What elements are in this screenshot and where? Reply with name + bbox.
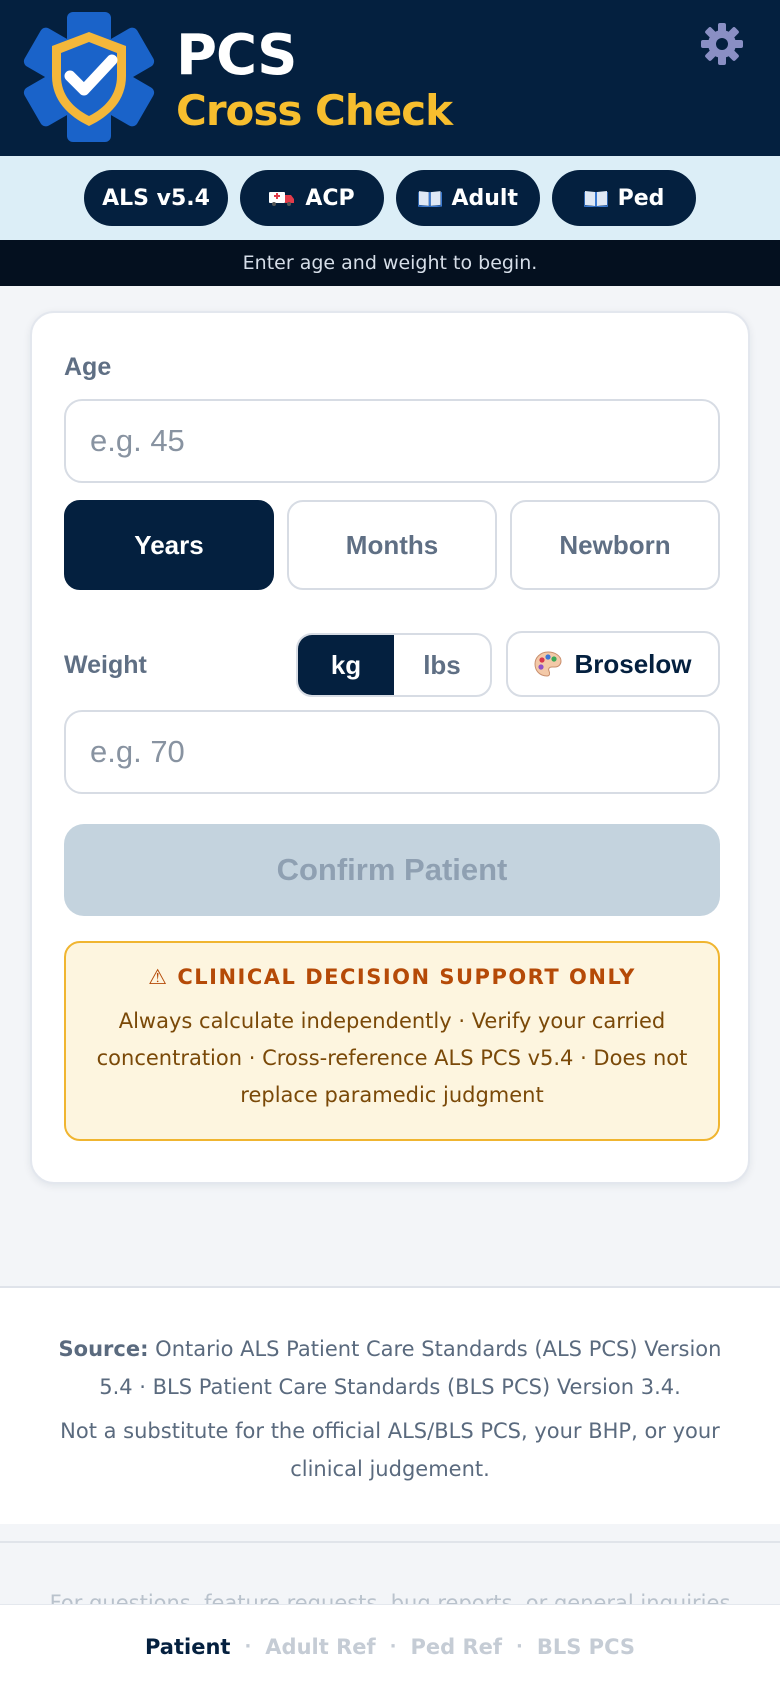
source-label: Source: — [58, 1337, 149, 1361]
source-footer: Source: Ontario ALS Patient Care Standar… — [0, 1286, 780, 1524]
weight-label: Weight — [64, 651, 147, 679]
broselow-label: Broselow — [574, 648, 692, 679]
disclaimer-text: Not a substitute for the official ALS/BL… — [60, 1419, 720, 1481]
age-unit-newborn-button[interactable]: Newborn — [510, 500, 720, 590]
weight-unit-toggle: kg lbs — [296, 633, 492, 697]
nav-separator: · — [389, 1636, 397, 1657]
nav-patient[interactable]: Patient — [145, 1635, 230, 1659]
chip-acp[interactable]: ACP — [240, 170, 384, 226]
nav-bls-pcs[interactable]: BLS PCS — [537, 1635, 635, 1659]
weight-unit-kg-button[interactable]: kg — [298, 635, 394, 695]
chip-adult-label: Adult — [451, 185, 519, 211]
age-unit-years-button[interactable]: Years — [64, 500, 274, 590]
section-divider — [0, 1541, 780, 1543]
app-subtitle: Cross Check — [176, 86, 453, 135]
faded-contact-text: For questions, feature requests, bug rep… — [49, 1591, 731, 1604]
chip-als-version[interactable]: ALS v5.4 — [84, 170, 228, 226]
status-bar: Enter age and weight to begin. — [0, 240, 780, 286]
gear-icon[interactable] — [700, 22, 744, 66]
nav-separator: · — [244, 1636, 252, 1657]
age-input[interactable] — [64, 399, 720, 483]
source-text: Ontario ALS Patient Care Standards (ALS … — [99, 1337, 722, 1399]
shield-check-star-of-life-icon — [23, 12, 155, 142]
chip-als-label: ALS v5.4 — [102, 185, 210, 211]
age-label: Age — [64, 353, 112, 381]
nav-ped-ref[interactable]: Ped Ref — [410, 1635, 502, 1659]
status-text: Enter age and weight to begin. — [242, 252, 538, 274]
clinical-warning-box: ⚠ CLINICAL DECISION SUPPORT ONLY Always … — [64, 941, 720, 1141]
palette-icon — [534, 651, 562, 677]
app-header: PCS Cross Check — [0, 0, 780, 156]
book-icon — [418, 191, 442, 207]
source-line: Source: Ontario ALS Patient Care Standar… — [40, 1330, 740, 1406]
ambulance-icon — [269, 192, 295, 206]
chip-adult[interactable]: Adult — [396, 170, 540, 226]
chip-ped[interactable]: Ped — [552, 170, 696, 226]
chip-ped-label: Ped — [617, 185, 665, 211]
nav-separator: · — [516, 1636, 523, 1657]
weight-input[interactable] — [64, 710, 720, 794]
confirm-patient-button[interactable]: Confirm Patient — [64, 824, 720, 916]
protocol-chip-bar: ALS v5.4 ACP Adult Ped — [0, 156, 780, 240]
bottom-nav: Patient · Adult Ref · Ped Ref · BLS PCS — [0, 1604, 780, 1688]
chip-acp-label: ACP — [305, 185, 355, 211]
weight-unit-lbs-button[interactable]: lbs — [394, 635, 490, 695]
broselow-button[interactable]: Broselow — [506, 631, 720, 697]
age-unit-months-button[interactable]: Months — [287, 500, 497, 590]
app-title: PCS — [176, 23, 298, 88]
book-icon — [583, 191, 608, 207]
warning-title: ⚠ CLINICAL DECISION SUPPORT ONLY — [148, 965, 636, 989]
warning-body: Always calculate independently · Verify … — [96, 1009, 688, 1107]
nav-adult-ref[interactable]: Adult Ref — [265, 1635, 375, 1659]
patient-card: Age Years Months Newborn Weight kg lbs B… — [30, 311, 750, 1184]
